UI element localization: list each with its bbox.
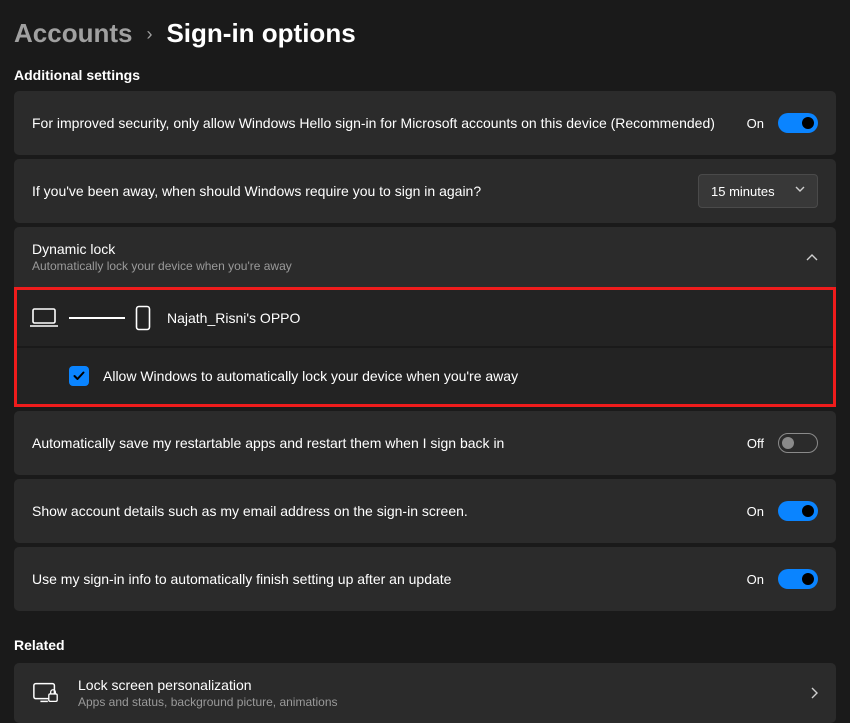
row-finish-setup-title: Use my sign-in info to automatically fin… (32, 571, 747, 587)
page-title: Sign-in options (166, 18, 355, 49)
row-windows-hello: For improved security, only allow Window… (14, 91, 836, 155)
dynamic-lock-checkbox-row: Allow Windows to automatically lock your… (17, 348, 833, 404)
lock-screen-sub: Apps and status, background picture, ani… (78, 695, 793, 709)
checkbox-dynamic-lock[interactable] (69, 366, 89, 386)
section-additional-label: Additional settings (14, 67, 836, 83)
dynamic-lock-highlight: Najath_Risni's OPPO Allow Windows to aut… (14, 287, 836, 407)
row-restart-apps: Automatically save my restartable apps a… (14, 411, 836, 475)
row-windows-hello-state: On (747, 116, 764, 131)
monitor-lock-icon (32, 681, 60, 705)
row-finish-setup: Use my sign-in info to automatically fin… (14, 547, 836, 611)
row-finish-setup-state: On (747, 572, 764, 587)
row-dynamic-lock[interactable]: Dynamic lock Automatically lock your dev… (14, 227, 836, 287)
row-require-signin: If you've been away, when should Windows… (14, 159, 836, 223)
row-account-details: Show account details such as my email ad… (14, 479, 836, 543)
laptop-icon (29, 307, 59, 329)
row-lock-screen-personalization[interactable]: Lock screen personalization Apps and sta… (14, 663, 836, 723)
connection-line-icon (69, 317, 125, 319)
lock-screen-title: Lock screen personalization (78, 677, 793, 693)
dropdown-require-signin[interactable]: 15 minutes (698, 174, 818, 208)
breadcrumb: Accounts › Sign-in options (14, 18, 836, 49)
row-dynamic-lock-title: Dynamic lock (32, 241, 806, 257)
row-windows-hello-title: For improved security, only allow Window… (32, 115, 747, 131)
chevron-right-icon (811, 687, 818, 699)
phone-icon (135, 305, 151, 331)
row-restart-apps-state: Off (747, 436, 764, 451)
toggle-restart-apps[interactable] (778, 433, 818, 453)
section-related-label: Related (14, 637, 836, 653)
row-account-details-state: On (747, 504, 764, 519)
toggle-finish-setup[interactable] (778, 569, 818, 589)
toggle-account-details[interactable] (778, 501, 818, 521)
row-account-details-title: Show account details such as my email ad… (32, 503, 747, 519)
dynamic-lock-device-row: Najath_Risni's OPPO (17, 290, 833, 346)
row-restart-apps-title: Automatically save my restartable apps a… (32, 435, 747, 451)
checkbox-dynamic-lock-label: Allow Windows to automatically lock your… (103, 368, 518, 384)
paired-device-name: Najath_Risni's OPPO (167, 310, 300, 326)
row-dynamic-lock-sub: Automatically lock your device when you'… (32, 259, 806, 273)
chevron-down-icon (795, 186, 805, 196)
toggle-windows-hello[interactable] (778, 113, 818, 133)
row-require-signin-title: If you've been away, when should Windows… (32, 183, 698, 199)
breadcrumb-parent[interactable]: Accounts (14, 18, 132, 49)
chevron-up-icon (806, 254, 818, 261)
dropdown-require-signin-value: 15 minutes (711, 184, 775, 199)
chevron-right-icon: › (146, 24, 152, 45)
